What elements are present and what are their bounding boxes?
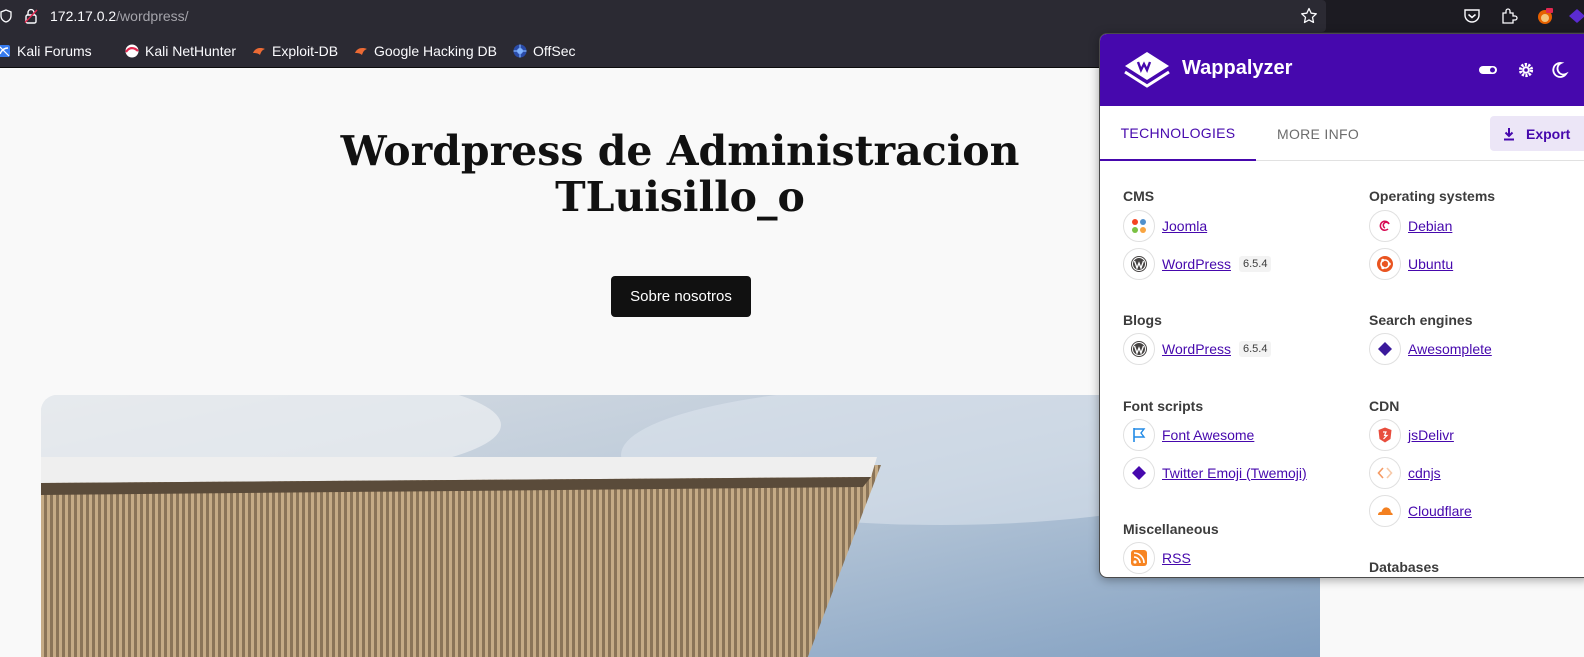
category-databases: Databases [1369, 559, 1440, 575]
ubuntu-icon [1369, 248, 1401, 280]
tracking-protection-icon[interactable] [0, 9, 12, 23]
tech-name[interactable]: Debian [1408, 218, 1452, 234]
wappalyzer-header: Wappalyzer [1100, 34, 1584, 106]
dark-mode-moon-icon[interactable] [1549, 61, 1569, 79]
url-text[interactable]: 172.17.0.2/wordpress/ [50, 8, 189, 24]
font-awesome-flag-icon [1123, 419, 1155, 451]
jsdelivr-icon [1369, 419, 1401, 451]
bookmark-label: Google Hacking DB [374, 43, 497, 59]
browser-toolbar: 172.17.0.2/wordpress/ [0, 0, 1584, 32]
extensions-icon[interactable] [1500, 7, 1518, 25]
tech-debian[interactable]: Debian [1369, 210, 1452, 242]
tech-name[interactable]: RSS [1162, 550, 1191, 566]
wappalyzer-toolbar-icon[interactable] [1568, 7, 1584, 25]
url-path: /wordpress/ [116, 8, 189, 24]
toggle-icon[interactable] [1478, 61, 1498, 79]
tech-wordpress[interactable]: WordPress 6.5.4 [1123, 248, 1272, 280]
technologies-list: CMS Joomla WordPress 6.5.4 Blogs WordPre… [1100, 162, 1584, 577]
kali-forums-icon [0, 45, 10, 57]
version-badge: 6.5.4 [1238, 256, 1272, 272]
bookmark-star-icon[interactable] [1300, 7, 1318, 25]
bookmark-ghdb[interactable]: Google Hacking DB [353, 42, 497, 60]
tech-rss[interactable]: RSS [1123, 542, 1191, 574]
settings-gear-icon[interactable] [1516, 61, 1536, 79]
wappalyzer-title: Wappalyzer [1182, 57, 1293, 79]
tech-font-awesome[interactable]: Font Awesome [1123, 419, 1254, 451]
extension-fox-icon[interactable] [1536, 7, 1554, 25]
tab-more-info[interactable]: MORE INFO [1256, 106, 1380, 161]
category-cdn: CDN [1369, 398, 1400, 414]
tech-name[interactable]: Twitter Emoji (Twemoji) [1162, 465, 1307, 481]
category-blogs: Blogs [1123, 312, 1162, 328]
tech-name[interactable]: WordPress [1162, 256, 1231, 272]
page-title-line1: Wordpress de Administracion [340, 127, 1020, 175]
tech-wordpress-blog[interactable]: WordPress 6.5.4 [1123, 333, 1272, 365]
export-button[interactable]: Export [1490, 116, 1584, 151]
tech-joomla[interactable]: Joomla [1123, 210, 1207, 242]
wordpress-icon [1123, 333, 1155, 365]
bookmark-exploit-db[interactable]: Exploit-DB [251, 42, 338, 60]
download-icon [1504, 127, 1514, 140]
bookmark-kali-forums[interactable]: Kali Forums [0, 42, 92, 60]
about-us-button[interactable]: Sobre nosotros [611, 276, 751, 317]
bookmark-label: Kali Forums [17, 43, 92, 59]
export-label: Export [1526, 125, 1571, 142]
cloudflare-icon [1369, 495, 1401, 527]
kali-nethunter-icon [125, 44, 139, 58]
rss-icon [1123, 542, 1155, 574]
tech-name[interactable]: cdnjs [1408, 465, 1441, 481]
tech-name[interactable]: Ubuntu [1408, 256, 1453, 272]
url-bar[interactable]: 172.17.0.2/wordpress/ [0, 0, 1326, 32]
tech-name[interactable]: jsDelivr [1408, 427, 1454, 443]
pocket-icon[interactable] [1463, 7, 1481, 25]
twemoji-icon [1123, 457, 1155, 489]
tab-technologies[interactable]: TECHNOLOGIES [1100, 106, 1256, 161]
joomla-icon [1123, 210, 1155, 242]
category-miscellaneous: Miscellaneous [1123, 521, 1219, 537]
awesomplete-icon [1369, 333, 1401, 365]
wordpress-icon [1123, 248, 1155, 280]
wappalyzer-logo-icon [1124, 52, 1170, 88]
bookmark-offsec[interactable]: OffSec [512, 42, 576, 60]
wappalyzer-popup: Wappalyzer TECHNOLOGIES MORE INFO Export… [1099, 33, 1584, 578]
category-font-scripts: Font scripts [1123, 398, 1204, 414]
tech-name[interactable]: Joomla [1162, 218, 1207, 234]
offsec-icon [513, 44, 527, 58]
bookmark-kali-nethunter[interactable]: Kali NetHunter [124, 42, 236, 60]
exploit-db-icon [253, 48, 265, 55]
cdnjs-icon [1369, 457, 1401, 489]
bookmark-label: Exploit-DB [272, 43, 339, 59]
bookmark-label: OffSec [533, 43, 576, 59]
lock-icon[interactable] [24, 8, 38, 24]
page-title-line2: TLuisillo_o [555, 173, 805, 221]
tech-jsdelivr[interactable]: jsDelivr [1369, 419, 1454, 451]
wappalyzer-tabs: TECHNOLOGIES MORE INFO Export [1100, 106, 1584, 161]
category-cms: CMS [1123, 188, 1155, 204]
url-host: 172.17.0.2 [50, 8, 117, 24]
tech-name[interactable]: Awesomplete [1408, 341, 1492, 357]
tech-ubuntu[interactable]: Ubuntu [1369, 248, 1453, 280]
tech-twemoji[interactable]: Twitter Emoji (Twemoji) [1123, 457, 1307, 489]
tech-name[interactable]: Cloudflare [1408, 503, 1472, 519]
category-operating-systems: Operating systems [1369, 188, 1496, 204]
tech-cloudflare[interactable]: Cloudflare [1369, 495, 1472, 527]
tech-name[interactable]: Font Awesome [1162, 427, 1254, 443]
tech-awesomplete[interactable]: Awesomplete [1369, 333, 1492, 365]
tech-name[interactable]: WordPress [1162, 341, 1231, 357]
ghdb-icon [355, 48, 367, 55]
tech-cdnjs[interactable]: cdnjs [1369, 457, 1441, 489]
bookmark-label: Kali NetHunter [145, 43, 237, 59]
version-badge: 6.5.4 [1238, 341, 1272, 357]
category-search-engines: Search engines [1369, 312, 1473, 328]
debian-icon [1369, 210, 1401, 242]
page-title: Wordpress de Administracion TLuisillo_o [300, 128, 1060, 220]
